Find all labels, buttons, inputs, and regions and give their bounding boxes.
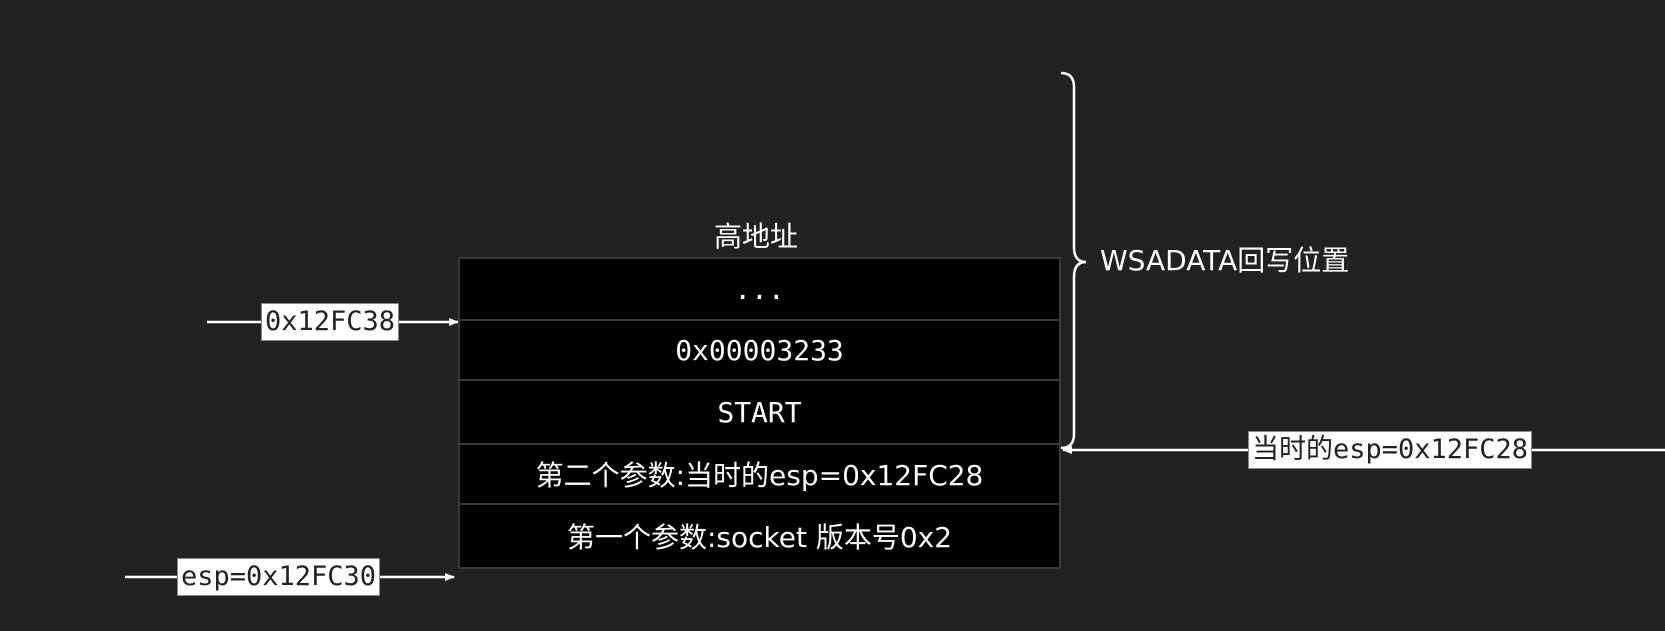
stack-cell-first-param: 第一个参数:socket 版本号0x2 [458,503,1061,569]
wsadata-writeback-label: WSADATA回写位置 [1100,244,1350,277]
stack-cell-second-param: 第二个参数:当时的esp=0x12FC28 [458,443,1061,505]
address-tag-esp-0x12fc30: esp=0x12FC30 [177,558,381,596]
stack-diagram: 高地址 ... 0x00003233 START 第二个参数:当时的esp=0x… [0,0,1665,631]
stack-cell-0x00003233: 0x00003233 [458,319,1061,381]
high-address-label: 高地址 [714,220,799,253]
stack-cell-ellipsis: ... [458,257,1061,321]
brace-icon [1060,71,1087,450]
stack-cell-start: START [458,379,1061,445]
address-tag-esp-0x12fc28: 当时的esp=0x12FC28 [1248,431,1533,469]
stack-frame: ... 0x00003233 START 第二个参数:当时的esp=0x12FC… [458,257,1061,569]
address-tag-0x12fc38: 0x12FC38 [261,303,400,341]
